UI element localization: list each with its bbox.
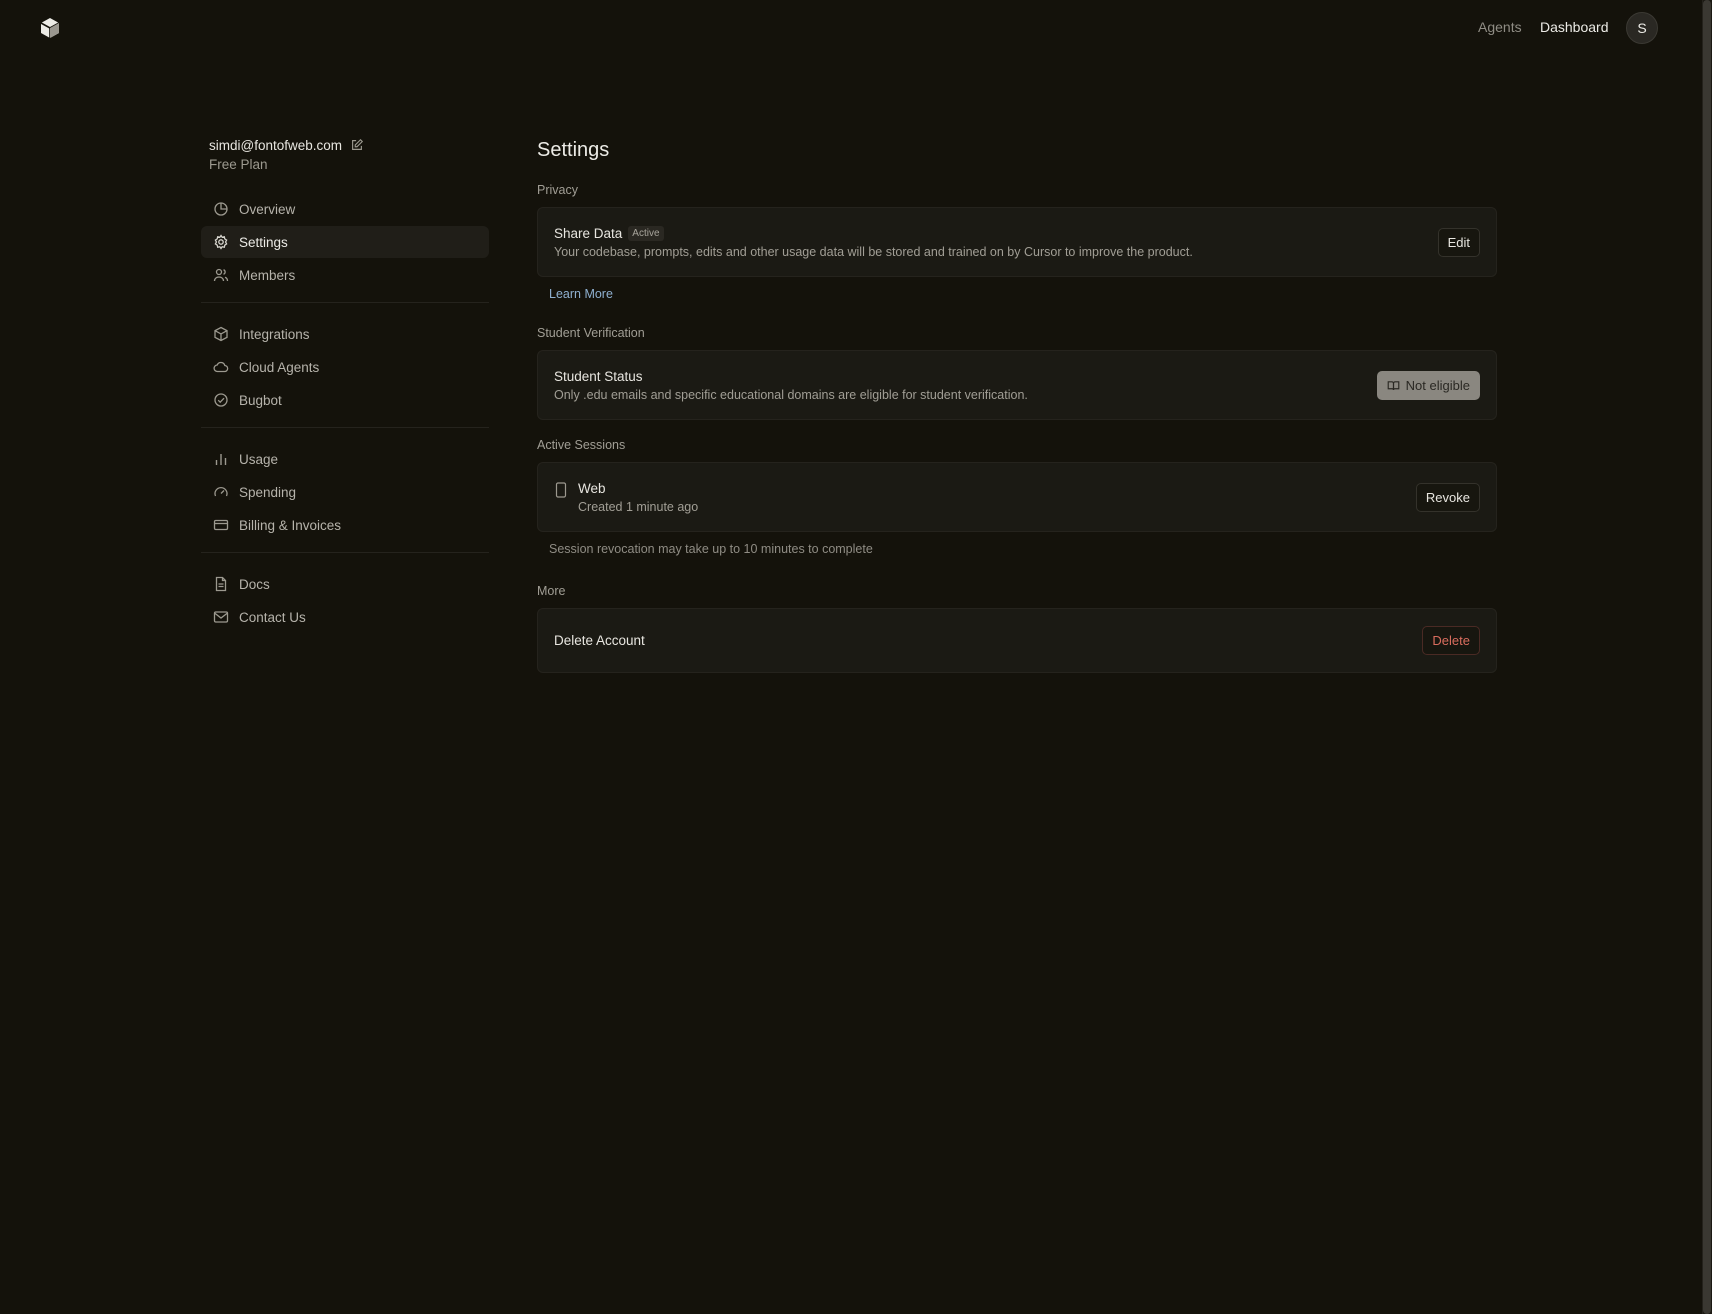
credit-card-icon (213, 517, 229, 533)
scrollbar-track[interactable] (1702, 0, 1712, 1314)
page-title: Settings (537, 139, 610, 161)
sidebar-divider (201, 302, 489, 303)
sidebar-item-contact-us[interactable]: Contact Us (201, 601, 489, 633)
pie-chart-icon (213, 201, 229, 217)
sidebar-item-spending[interactable]: Spending (201, 476, 489, 508)
account-email-row: simdi@fontofweb.com (201, 135, 489, 155)
nav-group-help: Docs Contact Us (201, 568, 489, 633)
nav-agents-link[interactable]: Agents (1478, 19, 1522, 35)
share-data-title-row: Share Data Active (554, 225, 1193, 241)
delete-button[interactable]: Delete (1422, 626, 1480, 655)
sidebar-item-label: Billing & Invoices (239, 517, 342, 533)
student-status-description: Only .edu emails and specific educationa… (554, 387, 1028, 402)
share-data-description: Your codebase, prompts, edits and other … (554, 244, 1193, 259)
cursor-logo-icon[interactable] (38, 16, 62, 40)
document-icon (213, 576, 229, 592)
sidebar-item-label: Usage (239, 451, 279, 467)
session-revocation-note: Session revocation may take up to 10 min… (549, 542, 873, 556)
sidebar-item-label: Bugbot (239, 392, 282, 408)
learn-more-link[interactable]: Learn More (537, 287, 613, 301)
sidebar-item-label: Contact Us (239, 609, 306, 625)
mail-icon (213, 609, 229, 625)
privacy-section-label: Privacy (537, 183, 578, 197)
more-section-label: More (537, 584, 566, 598)
account-email: simdi@fontofweb.com (209, 137, 343, 153)
sidebar: simdi@fontofweb.com Free Plan Overview S… (201, 135, 489, 634)
edit-button[interactable]: Edit (1437, 227, 1480, 257)
student-section-label: Student Verification (537, 326, 645, 340)
check-circle-icon (213, 392, 229, 408)
nav-group-main: Overview Settings Members (201, 193, 489, 291)
account-plan: Free Plan (209, 157, 268, 172)
phone-icon (554, 481, 568, 498)
revoke-button[interactable]: Revoke (1415, 482, 1480, 512)
session-created: Created 1 minute ago (578, 499, 699, 514)
sidebar-item-billing[interactable]: Billing & Invoices (201, 509, 489, 541)
sidebar-item-settings[interactable]: Settings (201, 226, 489, 258)
session-card: Web Created 1 minute ago Revoke (537, 462, 1497, 532)
sidebar-item-label: Cloud Agents (239, 359, 320, 375)
sidebar-item-members[interactable]: Members (201, 259, 489, 291)
status-badge: Active (628, 225, 664, 241)
sidebar-item-cloud-agents[interactable]: Cloud Agents (201, 351, 489, 383)
delete-account-title: Delete Account (554, 633, 645, 648)
sidebar-divider (201, 552, 489, 553)
share-data-card: Share Data Active Your codebase, prompts… (537, 207, 1497, 277)
sidebar-item-label: Settings (239, 234, 288, 250)
sidebar-item-docs[interactable]: Docs (201, 568, 489, 600)
sidebar-item-label: Members (239, 267, 296, 283)
edit-icon[interactable] (350, 138, 364, 152)
share-data-title: Share Data (554, 225, 623, 241)
student-status-title: Student Status (554, 368, 643, 384)
sidebar-item-integrations[interactable]: Integrations (201, 318, 489, 350)
book-icon (1387, 379, 1400, 392)
sidebar-item-label: Docs (239, 576, 270, 592)
delete-account-card: Delete Account Delete (537, 608, 1497, 673)
not-eligible-button[interactable]: Not eligible (1376, 370, 1480, 400)
top-bar: Agents Dashboard S (0, 0, 1700, 56)
sidebar-item-label: Overview (239, 201, 296, 217)
users-icon (213, 267, 229, 283)
avatar[interactable]: S (1626, 12, 1658, 44)
session-name: Web (578, 480, 606, 496)
nav-dashboard-link[interactable]: Dashboard (1540, 19, 1609, 35)
gauge-icon (213, 484, 229, 500)
box-icon (213, 326, 229, 342)
nav-group-billing: Usage Spending Billing & Invoices (201, 443, 489, 541)
gear-icon (213, 234, 229, 250)
scrollbar-thumb[interactable] (1703, 0, 1711, 1314)
settings-main: Settings Privacy Share Data Active Your … (537, 135, 1497, 673)
sidebar-item-usage[interactable]: Usage (201, 443, 489, 475)
sidebar-item-label: Integrations (239, 326, 310, 342)
student-status-card: Student Status Only .edu emails and spec… (537, 350, 1497, 420)
sidebar-divider (201, 427, 489, 428)
sidebar-item-label: Spending (239, 484, 297, 500)
not-eligible-label: Not eligible (1405, 377, 1470, 393)
sessions-section-label: Active Sessions (537, 438, 626, 452)
bar-chart-icon (213, 451, 229, 467)
nav-group-tools: Integrations Cloud Agents Bugbot (201, 318, 489, 416)
sidebar-item-overview[interactable]: Overview (201, 193, 489, 225)
sidebar-item-bugbot[interactable]: Bugbot (201, 384, 489, 416)
cloud-icon (213, 359, 229, 375)
